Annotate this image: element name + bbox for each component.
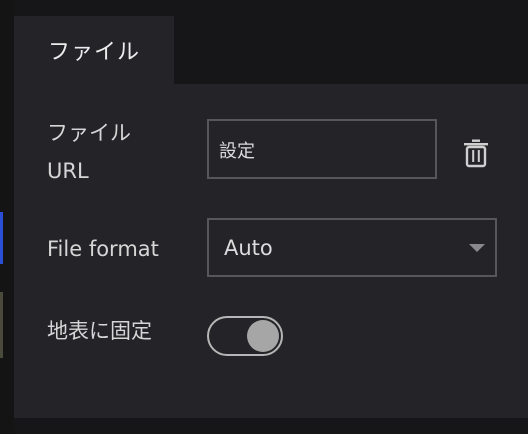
app-frame: ファイル ファイル URL 設定 File format Auto 地表に固定 (0, 0, 528, 434)
clamp-toggle[interactable] (207, 316, 283, 356)
edge-accent (0, 212, 3, 264)
edge-accent-2 (0, 292, 3, 358)
tab-file[interactable]: ファイル (14, 16, 174, 84)
settings-panel: ファイル URL 設定 File format Auto 地表に固定 (14, 84, 528, 418)
tab-bar: ファイル (14, 0, 528, 84)
format-select-value: Auto (224, 235, 273, 260)
trash-icon[interactable] (462, 138, 490, 168)
format-select[interactable]: Auto (207, 218, 497, 277)
toggle-knob (247, 320, 279, 352)
left-edge-strip (0, 0, 14, 434)
url-label: ファイル URL (47, 121, 131, 183)
bottom-edge (14, 418, 528, 434)
clamp-label: 地表に固定 (47, 319, 152, 343)
caret-down-icon (469, 244, 485, 252)
url-input[interactable]: 設定 (207, 119, 437, 179)
format-label: File format (47, 237, 159, 261)
